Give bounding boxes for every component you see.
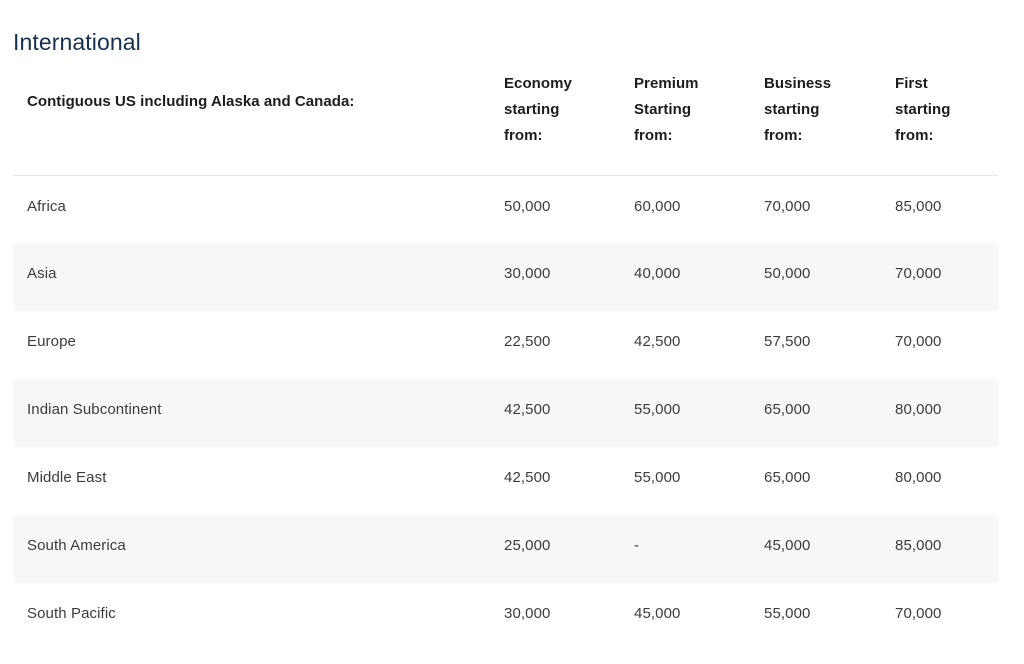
table-body: Africa 50,000 60,000 70,000 85,000 Asia 30,000…: [13, 175, 998, 651]
table-header: Contiguous US including Alaska and Canad…: [13, 47, 998, 176]
cell-region: Indian Subcontinent: [13, 379, 504, 447]
cell-business: 45,000: [764, 515, 895, 583]
cell-first: 80,000: [895, 469, 942, 486]
column-header-premium-line-1: Premium: [634, 75, 699, 92]
cell-premium: 40,000: [634, 243, 764, 311]
column-header-premium-line-3: from:: [634, 127, 673, 144]
cell-premium: 45,000: [634, 605, 681, 622]
column-header-first-line-3: from:: [895, 127, 934, 144]
column-header-region: Contiguous US including Alaska and Canad…: [13, 47, 504, 176]
cell-economy: 42,500: [504, 379, 634, 447]
cell-premium: 60,000: [634, 197, 681, 215]
cell-business: 55,000: [764, 605, 811, 622]
column-header-premium: Premium Starting from:: [634, 47, 764, 176]
table-row: Europe 22,500 42,500 57,500 70,000: [13, 311, 998, 379]
international-award-table: Contiguous US including Alaska and Canad…: [13, 47, 998, 651]
cell-economy: 25,000: [504, 515, 634, 583]
cell-economy: 22,500: [504, 333, 551, 350]
cell-business: 50,000: [764, 243, 895, 311]
table-row: Asia 30,000 40,000 50,000 70,000: [13, 243, 998, 311]
table-row: Indian Subcontinent 42,500 55,000 65,000 80,…: [13, 379, 998, 447]
cell-premium: -: [634, 515, 764, 583]
table-row: Middle East 42,500 55,000 65,000 80,000: [13, 447, 998, 515]
cell-region: Middle East: [27, 469, 107, 486]
cell-region: Europe: [27, 333, 76, 350]
cell-region: South Pacific: [27, 605, 116, 622]
cell-region: Asia: [13, 243, 504, 311]
award-chart-page: International Contiguous US including Al…: [0, 0, 1024, 664]
column-header-business-line-2: starting: [764, 101, 820, 118]
column-header-economy-line-2: starting: [504, 101, 560, 118]
column-header-economy-line-3: from:: [504, 127, 543, 144]
table-row: Africa 50,000 60,000 70,000 85,000: [13, 175, 998, 243]
column-header-first-line-1: First: [895, 75, 928, 92]
cell-business: 57,500: [764, 333, 811, 350]
cell-region: Africa: [27, 197, 66, 215]
cell-first: 70,000: [895, 605, 942, 622]
cell-first: 80,000: [895, 379, 998, 447]
cell-premium: 55,000: [634, 469, 681, 486]
cell-premium: 55,000: [634, 379, 764, 447]
column-header-first: First starting from:: [895, 47, 998, 176]
cell-first: 70,000: [895, 333, 942, 350]
column-header-business-line-1: Business: [764, 75, 832, 92]
cell-first: 85,000: [895, 197, 942, 215]
cell-region: South America: [13, 515, 504, 583]
cell-economy: 42,500: [504, 469, 551, 486]
cell-business: 65,000: [764, 379, 895, 447]
column-header-economy-line-1: Economy: [504, 75, 572, 92]
column-header-first-line-2: starting: [895, 101, 951, 118]
table-row: South Pacific 30,000 45,000 55,000 70,000: [13, 583, 998, 651]
column-header-premium-line-2: Starting: [634, 101, 692, 118]
cell-economy: 30,000: [504, 243, 634, 311]
column-header-business-line-3: from:: [764, 127, 803, 144]
cell-business: 65,000: [764, 469, 811, 486]
column-header-business: Business starting from:: [764, 47, 895, 176]
table-row: South America 25,000-45,000 85,000: [13, 515, 998, 583]
cell-first: 85,000: [895, 515, 998, 583]
cell-premium: 42,500: [634, 333, 681, 350]
cell-economy: 30,000: [504, 605, 551, 622]
column-header-economy: Economy starting from:: [504, 47, 634, 176]
cell-business: 70,000: [764, 197, 811, 215]
cell-first: 70,000: [895, 243, 998, 311]
table-header-row: Contiguous US including Alaska and Canad…: [13, 47, 998, 176]
cell-economy: 50,000: [504, 197, 551, 215]
